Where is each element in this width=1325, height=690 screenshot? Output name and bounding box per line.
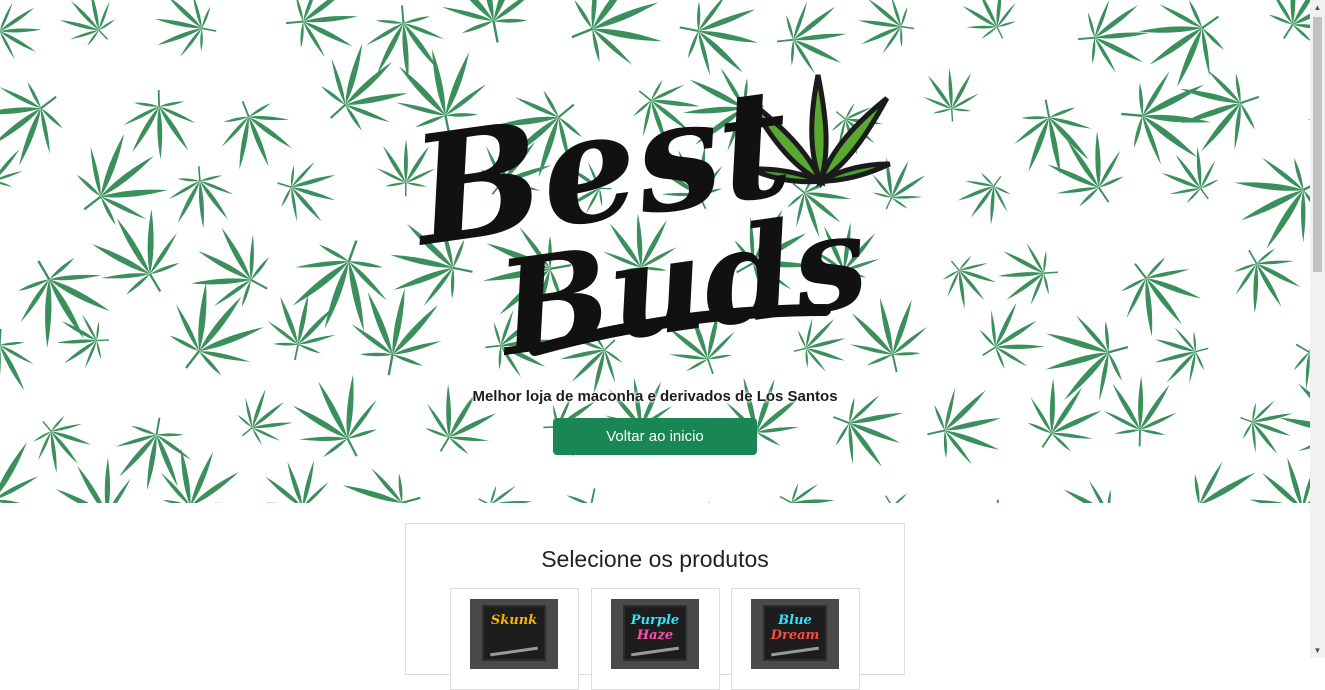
leaf-pattern-icon (54, 117, 184, 248)
leaf-pattern-icon (0, 0, 44, 62)
product-card-skunk[interactable]: Skunk (450, 588, 579, 690)
leaf-pattern-icon (1101, 374, 1180, 449)
leaf-pattern-icon (207, 86, 305, 182)
hero-banner: Best Buds Melhor loja de maconha e deriv… (0, 0, 1310, 503)
leaf-pattern-icon (765, 469, 845, 503)
leaf-pattern-icon (165, 163, 238, 232)
leaf-pattern-icon (995, 239, 1061, 309)
product-label-line2: Dream (770, 628, 820, 643)
product-card-blue-dream[interactable]: Blue Dream (731, 588, 860, 690)
leaf-pattern-icon (0, 430, 42, 503)
leaf-pattern-icon (860, 479, 939, 503)
leaf-pattern-icon (952, 494, 1037, 503)
leaf-pattern-icon (920, 65, 982, 124)
leaf-pattern-icon (1073, 0, 1153, 78)
leaf-pattern-icon (254, 450, 340, 503)
product-image: Blue Dream (751, 599, 839, 669)
leaf-pattern-icon (953, 0, 1029, 52)
leaf-pattern-icon (120, 88, 199, 162)
product-image: Purple Haze (611, 599, 699, 669)
leaf-pattern-icon (277, 360, 398, 478)
leaf-pattern-icon (963, 291, 1056, 385)
hero-tagline: Melhor loja de maconha e derivados de Lo… (472, 388, 838, 405)
products-title: Selecione os produtos (541, 546, 769, 572)
leaf-pattern-icon (54, 311, 112, 372)
leaf-pattern-icon (147, 0, 224, 65)
leaf-pattern-icon (1262, 346, 1310, 486)
leaf-pattern-icon (19, 401, 102, 484)
product-label-line1: Blue (778, 613, 812, 628)
leaf-pattern-icon (948, 159, 1024, 234)
leaf-pattern-icon (1236, 444, 1310, 503)
scrollbar-thumb[interactable] (1313, 17, 1322, 272)
leaf-pattern-icon (1101, 237, 1216, 351)
leaf-pattern-icon (1176, 458, 1267, 503)
leaf-pattern-icon (1054, 476, 1127, 503)
leaf-pattern-icon (0, 61, 83, 181)
leaf-pattern-icon (0, 136, 28, 198)
leaf-pattern-icon (1251, 0, 1310, 60)
back-to-home-button[interactable]: Voltar ao inicio (553, 418, 757, 455)
leaf-pattern-icon (267, 151, 345, 232)
products-panel: Selecione os produtos Skunk Purple Haze … (405, 523, 905, 690)
leaf-pattern-icon (281, 0, 363, 63)
product-image: Skunk (470, 599, 558, 669)
leaf-pattern-icon (464, 472, 542, 503)
leaf-pattern-icon (146, 265, 281, 399)
product-label-line2: Haze (636, 628, 674, 643)
leaf-pattern-icon (49, 0, 129, 60)
product-card-purple-haze[interactable]: Purple Haze (591, 588, 720, 690)
page-scrollbar[interactable]: ▲ ▼ (1310, 0, 1325, 658)
leaf-pattern-icon (41, 444, 152, 503)
leaf-pattern-icon (1009, 365, 1115, 470)
leaf-pattern-icon (1151, 136, 1233, 217)
leaf-pattern-icon (672, 487, 751, 503)
leaf-pattern-icon (929, 242, 1006, 319)
leaf-pattern-icon (76, 193, 201, 316)
scroll-down-arrow-icon[interactable]: ▼ (1310, 643, 1325, 658)
leaf-pattern-icon (1218, 232, 1310, 325)
leaf-pattern-icon (541, 479, 634, 503)
leaf-pattern-icon (330, 455, 433, 503)
leaf-pattern-icon (1297, 66, 1310, 153)
leaf-pattern-icon (430, 0, 547, 53)
best-buds-logo: Best Buds (400, 55, 891, 385)
product-label-line1: Purple (630, 613, 680, 628)
leaf-pattern-icon (1146, 319, 1217, 392)
scroll-up-arrow-icon[interactable]: ▲ (1310, 0, 1325, 15)
product-label: Skunk (490, 613, 538, 628)
leaf-pattern-icon (1218, 136, 1310, 265)
leaf-pattern-icon (853, 0, 920, 59)
